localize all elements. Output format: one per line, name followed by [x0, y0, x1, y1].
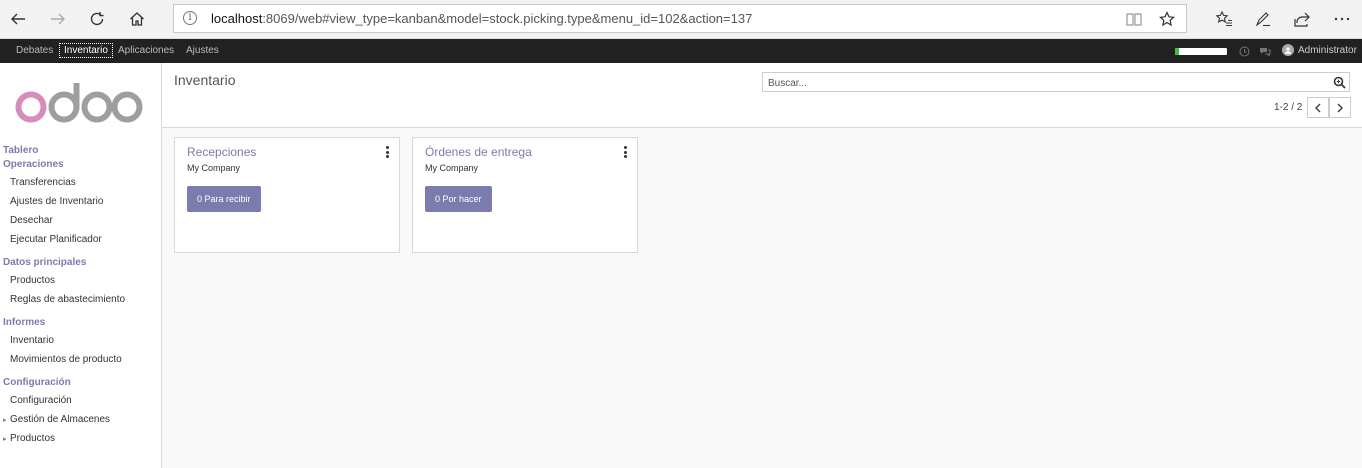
page-title: Inventario: [174, 72, 236, 88]
sidebar-item-productos[interactable]: Productos: [10, 275, 55, 286]
url-host: localhost: [211, 11, 263, 26]
user-menu[interactable]: Administrator: [1282, 44, 1357, 56]
sidebar-section-informes: Informes: [3, 317, 46, 328]
url-path: :8069/web#view_type=kanban&model=stock.p…: [262, 11, 753, 26]
kanban-card-ordenes-entrega[interactable]: Órdenes de entrega My Company 0 Por hace…: [412, 137, 638, 253]
main-content: Inventario 1-2 / 2 Recepciones My Compan…: [162, 63, 1362, 468]
sidebar-section-datos-principales: Datos principales: [3, 257, 87, 268]
pager-previous-button[interactable]: [1307, 97, 1329, 118]
por-hacer-button[interactable]: 0 Por hacer: [425, 186, 492, 212]
sidebar-item-reglas-abastecimiento[interactable]: Reglas de abastecimiento: [10, 294, 125, 305]
sidebar-section-configuracion: Configuración: [3, 377, 71, 388]
caret-right-icon[interactable]: ▸: [3, 416, 7, 424]
sidebar-item-configuracion[interactable]: Configuración: [10, 395, 72, 406]
odoo-logo[interactable]: [14, 81, 144, 132]
url-text: localhost:8069/web#view_type=kanban&mode…: [211, 11, 752, 26]
menu-inventario[interactable]: Inventario: [59, 43, 113, 58]
sidebar-item-desechar[interactable]: Desechar: [10, 215, 53, 226]
reading-view-icon[interactable]: [1125, 10, 1143, 28]
chat-icon[interactable]: [1258, 44, 1272, 58]
sidebar-item-transferencias[interactable]: Transferencias: [10, 177, 76, 188]
sidebar-dashboard[interactable]: Tablero: [3, 145, 38, 156]
menu-ajustes[interactable]: Ajustes: [182, 43, 223, 58]
sidebar-section-operaciones: Operaciones: [3, 159, 64, 170]
search-box: [762, 72, 1350, 93]
sidebar-item-inventario[interactable]: Inventario: [10, 335, 54, 346]
caret-right-icon[interactable]: ▸: [3, 435, 7, 443]
home-icon[interactable]: [124, 6, 150, 32]
card-company: My Company: [187, 163, 241, 173]
forward-icon[interactable]: [45, 6, 71, 32]
chevron-right-icon: [1337, 102, 1344, 113]
card-title[interactable]: Recepciones: [187, 145, 256, 159]
pen-notes-icon[interactable]: [1251, 7, 1275, 31]
menu-aplicaciones[interactable]: Aplicaciones: [114, 43, 178, 58]
card-menu-icon[interactable]: [386, 146, 389, 158]
sidebar-item-movimientos-producto[interactable]: Movimientos de producto: [10, 354, 122, 365]
search-icon[interactable]: [1333, 76, 1346, 89]
more-options-icon[interactable]: [1330, 7, 1354, 31]
address-bar[interactable]: i localhost:8069/web#view_type=kanban&mo…: [173, 4, 1187, 33]
para-recibir-button[interactable]: 0 Para recibir: [187, 186, 261, 212]
control-panel: Inventario 1-2 / 2: [162, 63, 1362, 128]
search-input[interactable]: [763, 74, 1323, 93]
progress-fill: [1175, 48, 1180, 55]
refresh-icon[interactable]: [84, 6, 110, 32]
card-company: My Company: [425, 163, 479, 173]
sidebar-item-ajustes-inventario[interactable]: Ajustes de Inventario: [10, 196, 103, 207]
progress-bar: [1175, 48, 1227, 55]
back-icon[interactable]: [5, 6, 31, 32]
card-title[interactable]: Órdenes de entrega: [425, 145, 532, 159]
card-menu-icon[interactable]: [624, 146, 627, 158]
browser-toolbar: i localhost:8069/web#view_type=kanban&mo…: [0, 0, 1362, 39]
chevron-left-icon: [1314, 102, 1321, 113]
favorites-list-icon[interactable]: [1212, 7, 1236, 31]
sidebar: Tablero Operaciones Transferencias Ajust…: [0, 63, 162, 468]
avatar-icon: [1282, 44, 1294, 56]
sidebar-item-ejecutar-planificador[interactable]: Ejecutar Planificador: [10, 234, 102, 245]
user-name: Administrator: [1298, 44, 1357, 56]
odoo-top-menu: Debates Inventario Aplicaciones Ajustes …: [0, 39, 1362, 63]
sidebar-item-gestion-almacenes[interactable]: Gestión de Almacenes: [10, 414, 110, 425]
favorite-star-icon[interactable]: [1158, 10, 1176, 28]
share-icon[interactable]: [1290, 7, 1314, 31]
pager-next-button[interactable]: [1329, 97, 1351, 118]
kanban-card-recepciones[interactable]: Recepciones My Company 0 Para recibir: [174, 137, 400, 253]
clock-icon[interactable]: [1237, 44, 1251, 58]
menu-debates[interactable]: Debates: [12, 43, 57, 58]
site-info-icon[interactable]: i: [183, 11, 197, 25]
pager-value[interactable]: 1-2 / 2: [1274, 102, 1302, 113]
sidebar-item-config-productos[interactable]: Productos: [10, 433, 55, 444]
